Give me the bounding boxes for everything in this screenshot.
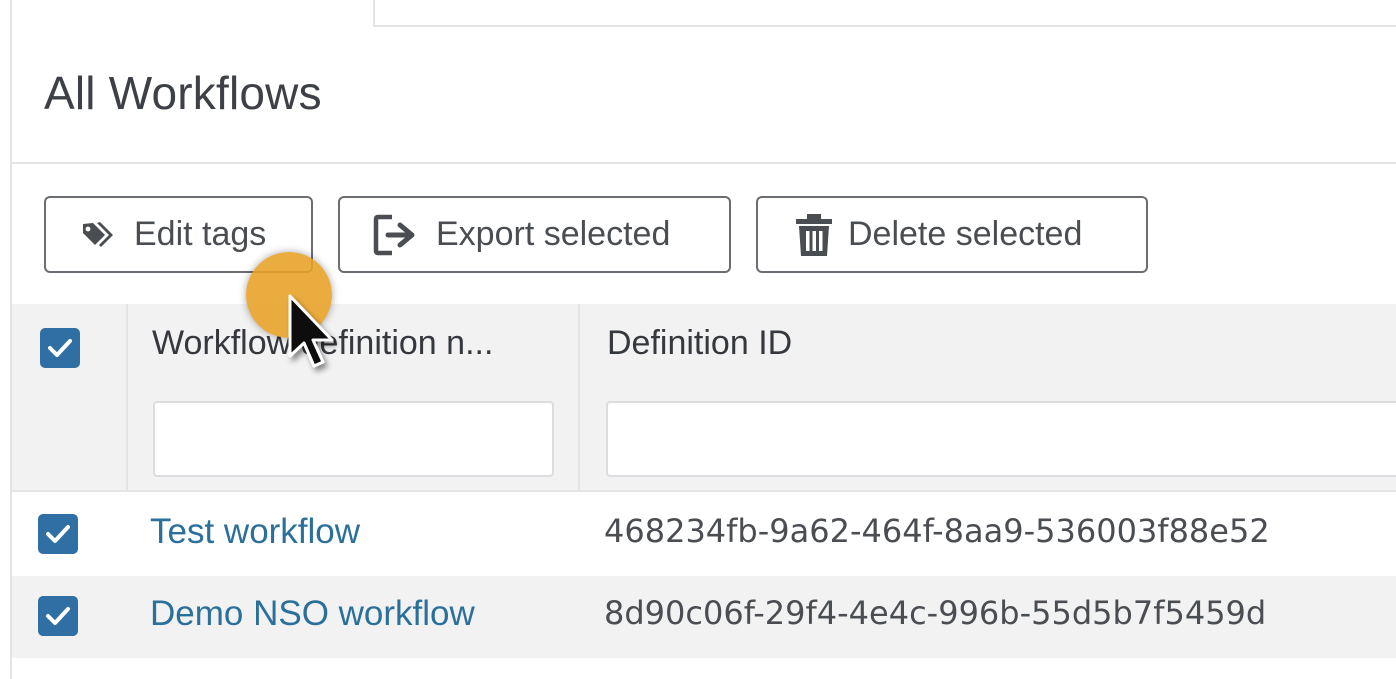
column-divider — [126, 304, 128, 492]
trash-icon — [794, 212, 834, 258]
checkmark-icon — [48, 339, 72, 357]
column-header-definition-id[interactable]: Definition ID — [607, 324, 792, 363]
checkmark-icon — [46, 525, 70, 543]
row-checkbox[interactable] — [38, 596, 78, 636]
workflow-name-filter-input[interactable] — [153, 401, 554, 477]
page-title: All Workflows — [44, 67, 322, 119]
top-tab-strip — [373, 0, 1396, 27]
workflow-name-link[interactable]: Demo NSO workflow — [150, 594, 475, 634]
delete-selected-label: Delete selected — [848, 215, 1083, 253]
delete-selected-button[interactable]: Delete selected — [756, 196, 1148, 273]
workflows-page: All Workflows Edit tags Export selected — [0, 0, 1396, 679]
export-selected-button[interactable]: Export selected — [338, 196, 731, 273]
checkmark-icon — [46, 607, 70, 625]
table-row[interactable]: Test workflow 468234fb-9a62-464f-8aa9-53… — [12, 494, 1396, 576]
definition-id-filter-input[interactable] — [606, 401, 1396, 477]
workflow-name-link[interactable]: Test workflow — [150, 512, 360, 552]
column-divider — [578, 304, 580, 492]
column-header-workflow-name[interactable]: Workflow definition n... — [152, 324, 493, 363]
select-all-checkbox[interactable] — [40, 328, 80, 368]
definition-id-cell: 468234fb-9a62-464f-8aa9-536003f88e52 — [604, 512, 1270, 550]
table-row[interactable]: Demo NSO workflow 8d90c06f-29f4-4e4c-996… — [12, 576, 1396, 658]
definition-id-cell: 8d90c06f-29f4-4e4c-996b-55d5b7f5459d — [604, 594, 1267, 632]
title-divider — [12, 162, 1396, 164]
export-icon — [372, 213, 422, 257]
edit-tags-button[interactable]: Edit tags — [44, 196, 313, 273]
export-selected-label: Export selected — [436, 215, 671, 253]
edit-tags-label: Edit tags — [134, 215, 267, 253]
row-checkbox[interactable] — [38, 514, 78, 554]
tags-icon — [80, 220, 120, 250]
